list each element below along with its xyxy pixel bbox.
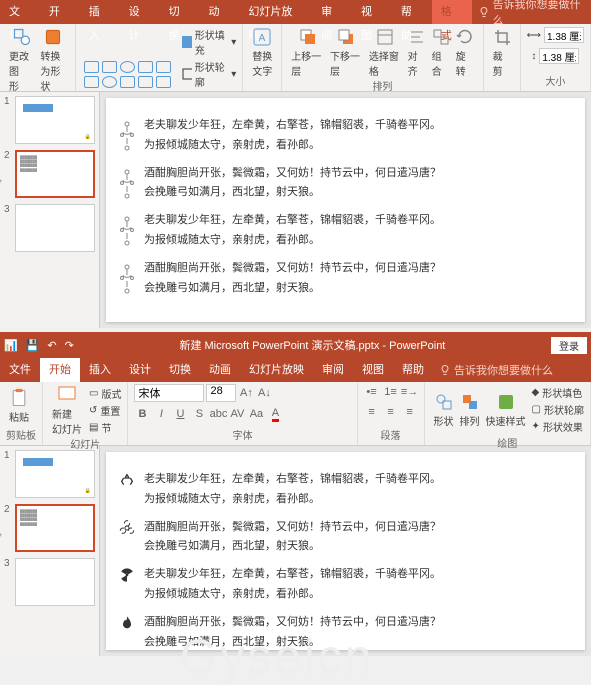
- change-shape-button[interactable]: 更改图 形: [6, 26, 37, 93]
- slide-thumb-1[interactable]: 1🔒: [4, 96, 95, 144]
- align-button[interactable]: 对齐: [405, 26, 429, 78]
- align-left-icon[interactable]: ≡: [364, 404, 380, 420]
- recycle-icon: [118, 470, 136, 488]
- save-icon[interactable]: 💾: [26, 339, 40, 352]
- effect-button-2[interactable]: ✦形状效果: [532, 418, 584, 435]
- tab2-start[interactable]: 开始: [40, 358, 80, 382]
- layout-button[interactable]: ▭ 版式: [89, 385, 121, 402]
- shadow-icon[interactable]: abc: [210, 406, 226, 422]
- case-icon[interactable]: Aa: [248, 406, 264, 422]
- height-input[interactable]: ⟷: [527, 26, 584, 44]
- paste-button[interactable]: 粘贴: [6, 387, 32, 424]
- window-title: 新建 Microsoft PowerPoint 演示文稿.pptx - Powe…: [179, 337, 445, 353]
- tab-show[interactable]: 幻灯片放映: [239, 0, 312, 24]
- rotate-button[interactable]: 旋转: [453, 26, 477, 78]
- app-icon: 📊: [4, 339, 18, 352]
- selection-pane-button[interactable]: 选择窗格: [366, 26, 405, 78]
- tab2-anim[interactable]: 动画: [200, 358, 240, 382]
- shrink-font-icon[interactable]: A↓: [256, 385, 272, 401]
- shape-fill-button[interactable]: 形状填充 ▾: [182, 26, 237, 58]
- group-button[interactable]: 组合: [429, 26, 453, 78]
- width-input[interactable]: ↕: [531, 47, 579, 65]
- tell-me-2[interactable]: 告诉我你想要做什么: [433, 362, 553, 378]
- tab-view[interactable]: 视图: [352, 0, 392, 24]
- tab2-file[interactable]: 文件: [0, 358, 40, 382]
- tab2-show[interactable]: 幻灯片放映: [240, 358, 313, 382]
- tab-design[interactable]: 设计: [120, 0, 160, 24]
- slide-thumb-3[interactable]: 3: [4, 204, 95, 252]
- send-backward-button[interactable]: 下移一层: [327, 26, 366, 78]
- underline-icon[interactable]: U: [172, 406, 188, 422]
- tab2-review[interactable]: 审阅: [313, 358, 353, 382]
- crop-button[interactable]: 裁剪: [490, 26, 514, 78]
- section-button[interactable]: ▤ 节: [89, 419, 121, 436]
- spacing-icon[interactable]: AV: [229, 406, 245, 422]
- alt-text-button[interactable]: A替换 文字: [249, 26, 275, 78]
- slide2-thumb-3[interactable]: 3: [4, 558, 95, 606]
- redo-icon[interactable]: ↷: [65, 339, 74, 352]
- tab-help[interactable]: 帮助: [392, 0, 432, 24]
- tab-review[interactable]: 审阅: [312, 0, 352, 24]
- bring-forward-button[interactable]: 上移一层: [288, 26, 327, 78]
- shape-gallery[interactable]: [82, 59, 176, 90]
- color-icon[interactable]: A: [267, 406, 283, 422]
- undo-icon[interactable]: ↶: [47, 339, 56, 352]
- thumbnail-panel: 1🔒 2*████████████████████████████████ 3: [0, 92, 100, 328]
- ribbon-tabs: 文件 开始 插入 设计 切换 动画 幻灯片放映 审阅 视图 帮助 格式 告诉我你…: [0, 0, 591, 24]
- tab-insert[interactable]: 插入: [80, 0, 120, 24]
- svg-text:A: A: [259, 33, 266, 44]
- tab-trans[interactable]: 切换: [160, 0, 200, 24]
- ribbon: 更改图 形 转换 为形状 辅助功能 形状填充 ▾ 形状轮廓 ▾ 形状效果 ▾ 图…: [0, 24, 591, 92]
- outline-button-2[interactable]: ▢形状轮廓: [532, 401, 584, 418]
- slide-canvas: 老夫聊发少年狂，左牵黄，右擎苍，锦帽貂裘，千骑卷平冈。为报倾城随太守，亲射虎，看…: [106, 98, 585, 322]
- align-center-icon[interactable]: ≡: [383, 404, 399, 420]
- tab2-insert[interactable]: 插入: [80, 358, 120, 382]
- bullets-icon[interactable]: •≡: [364, 384, 380, 400]
- ribbon-tabs-2: 文件 开始 插入 设计 切换 动画 幻灯片放映 审阅 视图 帮助 告诉我你想要做…: [0, 358, 591, 382]
- bold-icon[interactable]: B: [134, 406, 150, 422]
- tab2-view[interactable]: 视图: [353, 358, 393, 382]
- radiation-icon: [118, 565, 136, 583]
- indent-icon[interactable]: ≡→: [402, 384, 418, 400]
- shapes-button[interactable]: 形状: [431, 391, 457, 428]
- slide2-thumb-2[interactable]: 2*████████████████████████████████: [4, 504, 95, 552]
- tab-anim[interactable]: 动画: [199, 0, 239, 24]
- slide-thumb-2[interactable]: 2*████████████████████████████████: [4, 150, 95, 198]
- tab-format[interactable]: 格式: [432, 0, 472, 24]
- thumbnail-panel-2: 1🔒 2*████████████████████████████████ 3: [0, 446, 100, 656]
- tab2-help[interactable]: 帮助: [393, 358, 433, 382]
- numbers-icon[interactable]: 1≡: [383, 384, 399, 400]
- login-button[interactable]: 登录: [551, 337, 587, 354]
- reset-button[interactable]: ↺ 重置: [89, 402, 121, 419]
- convert-shape-button[interactable]: 转换 为形状: [37, 26, 68, 93]
- slide-canvas-2: 老夫聊发少年狂，左牵黄，右擎苍，锦帽貂裘，千骑卷平冈。为报倾城随太守，亲射虎，看…: [106, 452, 585, 650]
- align-right-icon[interactable]: ≡: [402, 404, 418, 420]
- tab2-trans[interactable]: 切换: [160, 358, 200, 382]
- size-combo[interactable]: 28: [206, 384, 236, 402]
- tab-start[interactable]: 开始: [40, 0, 80, 24]
- title-bar: 📊 💾 ↶ ↷ 新建 Microsoft PowerPoint 演示文稿.ppt…: [0, 332, 591, 358]
- tab2-design[interactable]: 设计: [120, 358, 160, 382]
- strike-icon[interactable]: S: [191, 406, 207, 422]
- font-combo[interactable]: 宋体: [134, 384, 204, 402]
- grow-font-icon[interactable]: A↑: [238, 385, 254, 401]
- arrange-button[interactable]: 排列: [457, 391, 483, 428]
- fill-button-2[interactable]: ◆形状填色: [532, 384, 584, 401]
- italic-icon[interactable]: I: [153, 406, 169, 422]
- shape-outline-button[interactable]: 形状轮廓 ▾: [182, 58, 237, 90]
- quick-style-button[interactable]: 快速样式: [483, 391, 529, 428]
- biohazard-icon: [118, 518, 136, 536]
- tab-file[interactable]: 文件: [0, 0, 40, 24]
- slide2-thumb-1[interactable]: 1🔒: [4, 450, 95, 498]
- new-slide-button[interactable]: 新建 幻灯片: [49, 384, 85, 436]
- ribbon-2: 粘贴 剪贴板 新建 幻灯片 ▭ 版式 ↺ 重置 ▤ 节 幻灯片 宋体 28 A↑…: [0, 382, 591, 446]
- fire-icon: [118, 613, 136, 631]
